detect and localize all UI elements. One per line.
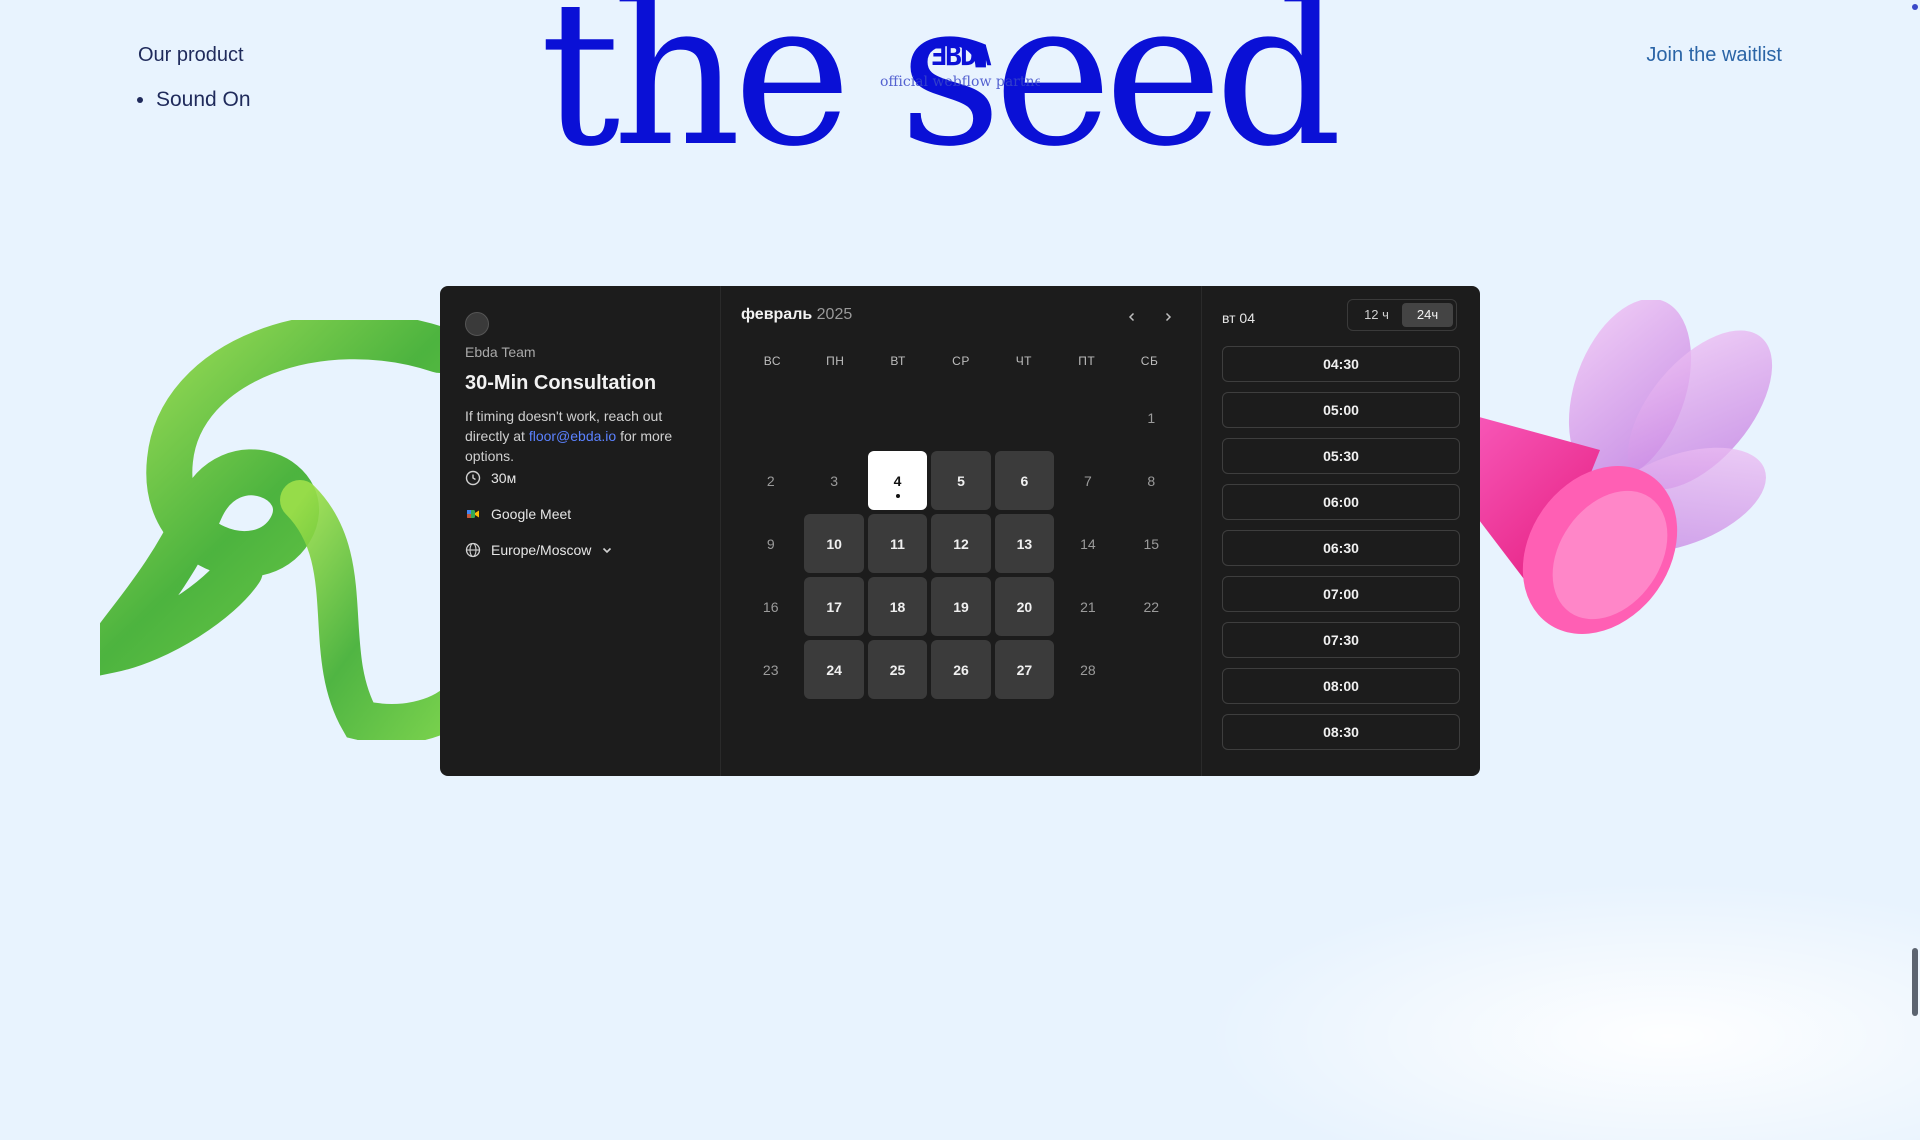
- calendar-day[interactable]: 10: [804, 514, 864, 573]
- calendar-day: 7: [1083, 472, 1092, 489]
- calendar-day: 2: [766, 472, 775, 489]
- weekday-label: ВТ: [890, 354, 906, 368]
- calendar-day: 28: [1080, 661, 1096, 678]
- calendar-day-selected[interactable]: 4: [867, 451, 928, 510]
- selected-day-label: вт 04: [1222, 310, 1256, 326]
- calendar-blank-cell: [1058, 388, 1117, 447]
- calendar-day: 14: [1080, 535, 1096, 552]
- calendar-day[interactable]: 20: [994, 577, 1055, 636]
- time-slot-button[interactable]: 06:00: [1222, 484, 1460, 520]
- time-slot-list: 04:30 05:00 05:30 06:00 06:30 07:00 07:30 08:00…: [1222, 346, 1460, 760]
- calendar-day: 23: [762, 661, 779, 678]
- duration-label: 30м: [491, 470, 517, 486]
- logo[interactable]: ƎBDA official webflow partner: [880, 39, 1040, 91]
- location-row: Google Meet: [465, 506, 571, 522]
- calendar-blank-cell: [931, 388, 990, 447]
- calendar-day[interactable]: 5: [931, 451, 991, 510]
- time-slot-button[interactable]: 08:00: [1222, 668, 1460, 704]
- time-slot-button[interactable]: 05:00: [1222, 392, 1460, 428]
- event-info-panel: Ebda Team 30-Min Consultation If timing …: [440, 286, 721, 776]
- time-slot-button[interactable]: 07:30: [1222, 622, 1460, 658]
- time-slots-panel: вт 04 12 ч 24ч 04:30 05:00 05:30 06:00 06:30…: [1202, 286, 1480, 776]
- calendar-grid: 1 2 3 4 5 6 7 8 9 10 11 12 13 14 15 16 17 18 19 20 21 22 23 24 2…: [741, 388, 1181, 699]
- calendar-day[interactable]: 24: [804, 640, 864, 699]
- calendar-day[interactable]: 27: [994, 640, 1055, 699]
- corner-dot: [1912, 4, 1918, 10]
- chevron-right-icon: [1165, 312, 1172, 322]
- calendar-day[interactable]: 11: [867, 514, 928, 573]
- product-list-item[interactable]: Sound On: [156, 87, 251, 113]
- timezone-label: Europe/Moscow: [491, 542, 592, 558]
- calendar-day[interactable]: 13: [994, 514, 1055, 573]
- hero-title: the seed: [540, 0, 1343, 191]
- time-slot-button[interactable]: 05:30: [1222, 438, 1460, 474]
- weekday-header: ВС ПН ВТ СР ЧТ ПТ СБ: [741, 354, 1181, 368]
- calendar-year: 2025: [816, 306, 853, 323]
- join-waitlist-link[interactable]: Join the waitlist: [1646, 44, 1782, 67]
- weekday-label: ПН: [826, 354, 845, 368]
- weekday-label: ВС: [763, 354, 782, 368]
- background-haze: [1200, 880, 1920, 1140]
- calendar-day: 9: [766, 535, 775, 552]
- page-scrollbar[interactable]: [1912, 948, 1918, 1016]
- calendar-month: февраль: [741, 306, 813, 323]
- time-slot-button[interactable]: 06:30: [1222, 530, 1460, 566]
- clock-icon: [465, 470, 481, 486]
- event-description: If timing doesn't work, reach out direct…: [465, 406, 695, 466]
- host-avatar: [465, 312, 489, 336]
- calendar-panel: февраль 2025 ВС ПН ВТ СР ЧТ ПТ СБ 1 2 3 4 5 6 7 8 9 10 1…: [721, 286, 1202, 776]
- duration-row: 30м: [465, 470, 516, 486]
- calendar-day[interactable]: 18: [867, 577, 928, 636]
- format-12h-option[interactable]: 12 ч: [1351, 303, 1402, 327]
- booking-widget: Ebda Team 30-Min Consultation If timing …: [440, 286, 1480, 776]
- calendar-day[interactable]: 26: [931, 640, 991, 699]
- weekday-label: СР: [952, 354, 970, 368]
- calendar-blank-cell: [804, 388, 863, 447]
- calendar-blank-cell: [868, 388, 927, 447]
- weekday-label: ЧТ: [1015, 354, 1033, 368]
- chevron-left-icon: [1128, 312, 1135, 322]
- globe-icon: [465, 542, 481, 558]
- calendar-day[interactable]: 6: [994, 451, 1055, 510]
- event-title: 30-Min Consultation: [465, 372, 657, 394]
- calendar-day[interactable]: 17: [804, 577, 864, 636]
- time-slot-button[interactable]: 07:00: [1222, 576, 1460, 612]
- prev-month-button[interactable]: [1119, 304, 1145, 330]
- timezone-selector[interactable]: Europe/Moscow: [465, 542, 613, 558]
- calendar-day: 3: [830, 472, 839, 489]
- calendar-month-title: февраль 2025: [741, 306, 852, 324]
- calendar-day: 21: [1080, 598, 1096, 615]
- location-label: Google Meet: [491, 506, 572, 522]
- calendar-day: 16: [762, 598, 779, 615]
- google-meet-icon: [467, 510, 479, 518]
- weekday-label: ПТ: [1078, 354, 1096, 368]
- host-name: Ebda Team: [465, 344, 536, 360]
- logo-mark: ƎBDA: [930, 39, 991, 72]
- calendar-blank-cell: [741, 388, 800, 447]
- calendar-blank-cell: [995, 388, 1054, 447]
- top-left-nav: Our product Sound On: [138, 44, 251, 113]
- calendar-day: 15: [1143, 535, 1160, 552]
- next-month-button[interactable]: [1155, 304, 1181, 330]
- calendar-day[interactable]: 12: [931, 514, 991, 573]
- time-slot-button[interactable]: 04:30: [1222, 346, 1460, 382]
- email-link[interactable]: floor@ebda.io: [529, 428, 616, 444]
- logo-subtitle: official webflow partner: [880, 74, 1040, 90]
- weekday-label: СБ: [1140, 354, 1159, 368]
- calendar-day[interactable]: 19: [931, 577, 991, 636]
- format-24h-option[interactable]: 24ч: [1402, 303, 1453, 327]
- time-slot-button[interactable]: 08:30: [1222, 714, 1460, 750]
- calendar-day: 8: [1147, 472, 1156, 489]
- product-list: Sound On: [156, 87, 251, 113]
- nav-our-product[interactable]: Our product: [138, 44, 251, 67]
- chevron-down-icon: [603, 547, 612, 554]
- calendar-day: 1: [1147, 409, 1156, 426]
- time-format-toggle: 12 ч 24ч: [1347, 299, 1457, 331]
- calendar-day: 22: [1143, 598, 1160, 615]
- green-ribbon-decoration: [100, 320, 480, 740]
- calendar-day[interactable]: 25: [867, 640, 928, 699]
